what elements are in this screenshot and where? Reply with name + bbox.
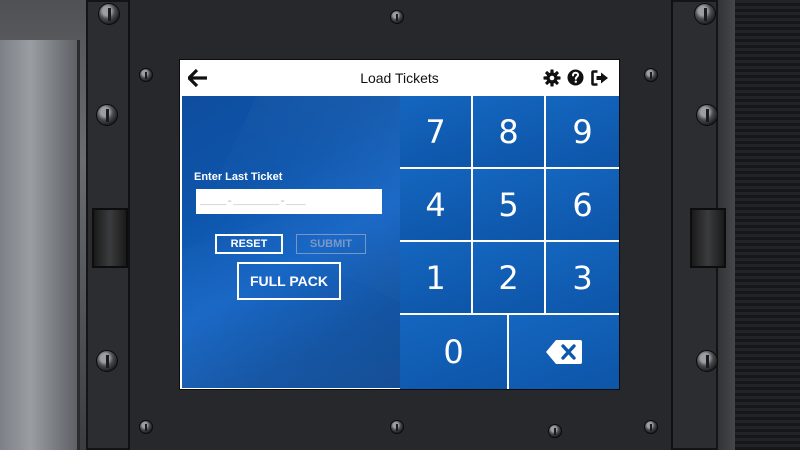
settings-button[interactable] — [542, 68, 561, 87]
screw — [644, 420, 658, 434]
screw — [390, 10, 404, 24]
help-button[interactable] — [566, 68, 585, 87]
screw — [694, 3, 716, 25]
numeric-keypad: 7 8 9 4 5 6 1 2 3 0 — [400, 96, 619, 389]
question-circle-icon — [567, 69, 584, 86]
screw — [644, 68, 658, 82]
key-0[interactable]: 0 — [400, 315, 507, 389]
backspace-key[interactable] — [509, 315, 619, 389]
last-ticket-input[interactable] — [196, 189, 382, 214]
key-1[interactable]: 1 — [400, 242, 471, 313]
gear-icon — [543, 69, 560, 86]
right-grille — [735, 0, 800, 450]
screw — [98, 3, 120, 25]
key-9[interactable]: 9 — [546, 96, 619, 167]
screw — [96, 104, 118, 126]
full-pack-button[interactable]: FULL PACK — [237, 262, 341, 300]
header-bar: Load Tickets — [180, 60, 619, 96]
key-4[interactable]: 4 — [400, 169, 471, 240]
ticket-label: Enter Last Ticket — [194, 171, 283, 183]
reset-button[interactable]: RESET — [215, 234, 283, 254]
key-2[interactable]: 2 — [473, 242, 544, 313]
screw — [390, 420, 404, 434]
key-7[interactable]: 7 — [400, 96, 471, 167]
backspace-icon — [546, 340, 582, 364]
left-latch — [92, 208, 128, 268]
screw — [696, 350, 718, 372]
entry-panel: Enter Last Ticket RESET SUBMIT FULL PACK — [182, 96, 400, 388]
touch-screen: Load Tickets Enter Last Ticket ____-____… — [179, 59, 620, 390]
submit-button[interactable]: SUBMIT — [296, 234, 366, 254]
screw — [139, 68, 153, 82]
key-5[interactable]: 5 — [473, 169, 544, 240]
header-actions — [542, 68, 609, 87]
key-6[interactable]: 6 — [546, 169, 619, 240]
key-8[interactable]: 8 — [473, 96, 544, 167]
screw — [96, 350, 118, 372]
left-door — [0, 40, 80, 450]
sign-out-icon — [590, 69, 608, 86]
right-latch — [690, 208, 726, 268]
screw — [548, 424, 562, 438]
screw — [696, 104, 718, 126]
logout-button[interactable] — [590, 68, 609, 87]
screw — [139, 420, 153, 434]
key-3[interactable]: 3 — [546, 242, 619, 313]
